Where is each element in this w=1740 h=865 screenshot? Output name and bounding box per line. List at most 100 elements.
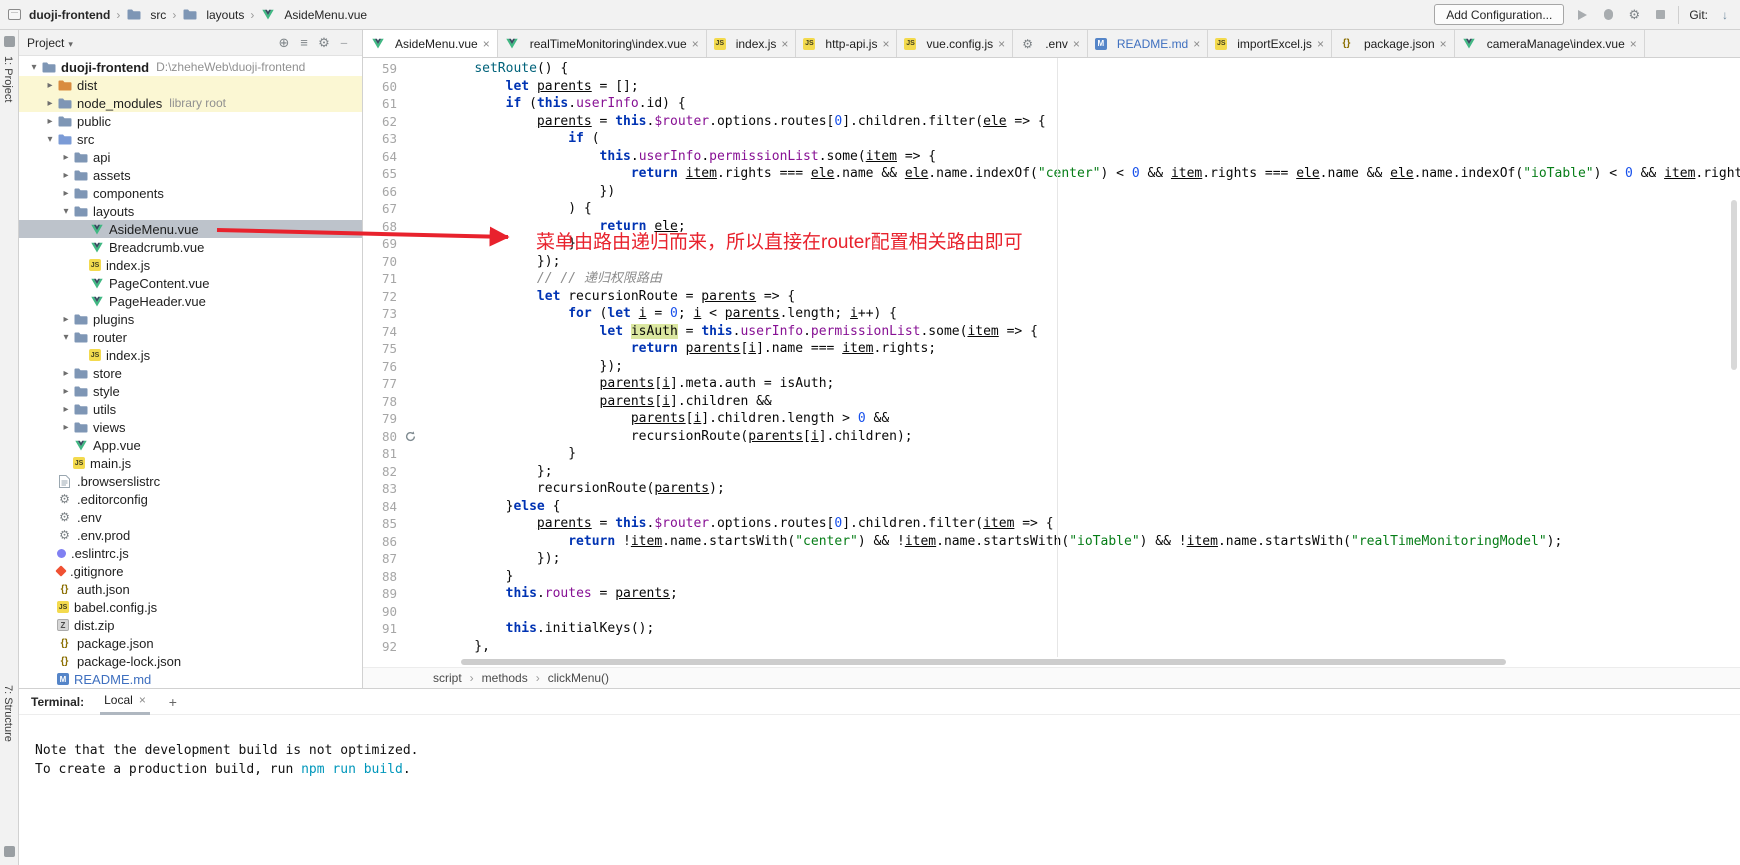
close-tab-icon[interactable]	[882, 37, 889, 51]
chevron-expanded-icon[interactable]	[43, 134, 57, 145]
close-tab-icon[interactable]	[1630, 37, 1637, 51]
code-breadcrumb-methods[interactable]: methods	[482, 671, 528, 685]
chevron-collapsed-icon[interactable]	[59, 314, 73, 325]
tree-item-eslintrc-js[interactable]: .eslintrc.js	[19, 544, 362, 562]
close-tab-icon[interactable]	[1073, 37, 1080, 51]
tree-item-duoji-frontend[interactable]: duoji-frontendD:\zheheWeb\duoji-frontend	[19, 58, 362, 76]
code-line[interactable]: 82 };	[363, 463, 1740, 481]
chevron-collapsed-icon[interactable]	[43, 80, 57, 91]
tree-item-node-modules[interactable]: node_moduleslibrary root	[19, 94, 362, 112]
terminal-body[interactable]: Note that the development build is not o…	[19, 715, 1740, 779]
close-icon[interactable]	[139, 693, 146, 707]
toolwindow-structure-button[interactable]: 7: Structure	[2, 685, 14, 742]
code-line[interactable]: 59 setRoute() {	[363, 60, 1740, 78]
chevron-collapsed-icon[interactable]	[59, 404, 73, 415]
tree-item-api[interactable]: api	[19, 148, 362, 166]
debug-icon[interactable]	[1600, 7, 1616, 23]
tree-item-main-js[interactable]: main.js	[19, 454, 362, 472]
tree-item-gitignore[interactable]: .gitignore	[19, 562, 362, 580]
code-line[interactable]: 86 return !item.name.startsWith("center"…	[363, 533, 1740, 551]
code-line[interactable]: 87 });	[363, 550, 1740, 568]
code-line[interactable]: 80 recursionRoute(parents[i].children);	[363, 428, 1740, 446]
tab-asidemenu-vue[interactable]: AsideMenu.vue	[363, 30, 498, 57]
code-breadcrumb-clickmenu[interactable]: clickMenu()	[548, 671, 609, 685]
tree-item-views[interactable]: views	[19, 418, 362, 436]
tree-item-src[interactable]: src	[19, 130, 362, 148]
new-terminal-tab-icon[interactable]	[166, 694, 180, 710]
chevron-collapsed-icon[interactable]	[59, 368, 73, 379]
tree-item-store[interactable]: store	[19, 364, 362, 382]
play-icon[interactable]	[1574, 7, 1590, 23]
code-line[interactable]: 89 this.routes = parents;	[363, 585, 1740, 603]
chevron-collapsed-icon[interactable]	[59, 170, 73, 181]
tree-item-dist-zip[interactable]: dist.zip	[19, 616, 362, 634]
chevron-collapsed-icon[interactable]	[43, 98, 57, 109]
tree-item-index-js[interactable]: index.js	[19, 346, 362, 364]
tree-item-env-prod[interactable]: .env.prod	[19, 526, 362, 544]
code-line[interactable]: 85 parents = this.$router.options.routes…	[363, 515, 1740, 533]
tree-item-breadcrumb-vue[interactable]: Breadcrumb.vue	[19, 238, 362, 256]
dropdown-caret-icon[interactable]	[68, 36, 73, 50]
code-line[interactable]: 67 ) {	[363, 200, 1740, 218]
terminal-tab-local[interactable]: Local	[100, 689, 150, 715]
tree-item-package-json[interactable]: package.json	[19, 634, 362, 652]
stripe-menu-icon[interactable]	[4, 36, 15, 47]
code-line[interactable]: 63 if (	[363, 130, 1740, 148]
tree-item-asidemenu-vue[interactable]: AsideMenu.vue	[19, 220, 362, 238]
chevron-expanded-icon[interactable]	[59, 332, 73, 343]
code-line[interactable]: 91 this.initialKeys();	[363, 620, 1740, 638]
tab-importexcel-js[interactable]: importExcel.js	[1208, 30, 1332, 57]
stripe-bottom-icon[interactable]	[4, 846, 15, 857]
code-area[interactable]: 59 setRoute() {60 let parents = [];61 if…	[363, 58, 1740, 657]
panel-settings-icon[interactable]	[314, 35, 334, 51]
tree-item-components[interactable]: components	[19, 184, 362, 202]
code-line[interactable]: 60 let parents = [];	[363, 78, 1740, 96]
tab-vue-config-js[interactable]: vue.config.js	[897, 30, 1013, 57]
code-line[interactable]: 73 for (let i = 0; i < parents.length; i…	[363, 305, 1740, 323]
tree-item-assets[interactable]: assets	[19, 166, 362, 184]
tree-item-dist[interactable]: dist	[19, 76, 362, 94]
close-tab-icon[interactable]	[998, 37, 1005, 51]
tree-item-pagecontent-vue[interactable]: PageContent.vue	[19, 274, 362, 292]
code-line[interactable]: 72 let recursionRoute = parents => {	[363, 288, 1740, 306]
tree-item-pageheader-vue[interactable]: PageHeader.vue	[19, 292, 362, 310]
close-tab-icon[interactable]	[781, 37, 788, 51]
toolwindow-project-button[interactable]: 1: Project	[2, 56, 14, 102]
breadcrumb-item-src[interactable]: src	[126, 8, 166, 22]
hide-panel-icon[interactable]	[334, 35, 354, 51]
chevron-expanded-icon[interactable]	[27, 62, 41, 73]
tree-item-babel-config-js[interactable]: babel.config.js	[19, 598, 362, 616]
tab-env[interactable]: .env	[1013, 30, 1088, 57]
tree-item-auth-json[interactable]: auth.json	[19, 580, 362, 598]
tree-item-editorconfig[interactable]: .editorconfig	[19, 490, 362, 508]
tree-item-style[interactable]: style	[19, 382, 362, 400]
code-line[interactable]: 84 }else {	[363, 498, 1740, 516]
code-line[interactable]: 64 this.userInfo.permissionList.some(ite…	[363, 148, 1740, 166]
chevron-collapsed-icon[interactable]	[59, 422, 73, 433]
code-line[interactable]: 88 }	[363, 568, 1740, 586]
tree-item-public[interactable]: public	[19, 112, 362, 130]
chevron-collapsed-icon[interactable]	[59, 188, 73, 199]
tree-item-layouts[interactable]: layouts	[19, 202, 362, 220]
tab-http-api-js[interactable]: http-api.js	[796, 30, 897, 57]
code-line[interactable]: 74 let isAuth = this.userInfo.permission…	[363, 323, 1740, 341]
tree-item-app-vue[interactable]: App.vue	[19, 436, 362, 454]
code-line[interactable]: 81 }	[363, 445, 1740, 463]
breadcrumb-item-layouts[interactable]: layouts	[182, 8, 244, 22]
close-tab-icon[interactable]	[1317, 37, 1324, 51]
add-configuration-button[interactable]: Add Configuration...	[1434, 4, 1564, 25]
code-line[interactable]: 78 parents[i].children &&	[363, 393, 1740, 411]
code-line[interactable]: 62 parents = this.$router.options.routes…	[363, 113, 1740, 131]
code-line[interactable]: 65 return item.rights === ele.name && el…	[363, 165, 1740, 183]
close-tab-icon[interactable]	[692, 37, 699, 51]
code-line[interactable]: 76 });	[363, 358, 1740, 376]
tree-item-utils[interactable]: utils	[19, 400, 362, 418]
vcs-update-icon[interactable]	[1718, 7, 1732, 23]
code-line[interactable]: 90	[363, 603, 1740, 621]
breadcrumb-item-duoji-frontend[interactable]: duoji-frontend	[29, 8, 110, 22]
code-line[interactable]: 71 // // 递归权限路由	[363, 270, 1740, 288]
tab-package-json[interactable]: package.json	[1332, 30, 1455, 57]
code-line[interactable]: 66 })	[363, 183, 1740, 201]
code-line[interactable]: 70 });	[363, 253, 1740, 271]
tab-index-js[interactable]: index.js	[707, 30, 797, 57]
